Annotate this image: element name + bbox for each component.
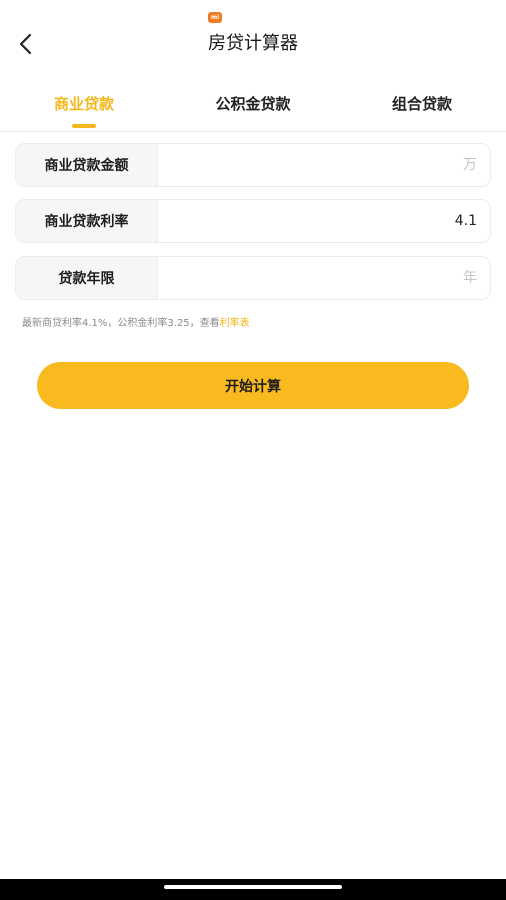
tab-combined-loan[interactable]: 组合贷款 — [372, 82, 472, 126]
page-title: 房贷计算器 — [208, 33, 298, 54]
loan-amount-input[interactable] — [159, 144, 490, 186]
rate-hint: 最新商贷利率4.1%，公积金利率3.25，查看利率表 — [22, 314, 250, 329]
active-tab-indicator — [72, 124, 96, 128]
loan-amount-row: 商业贷款金额 — [15, 143, 491, 187]
loan-amount-label: 商业贷款金额 — [16, 144, 158, 186]
interest-rate-row: 商业贷款利率 — [15, 199, 491, 243]
mortgage-calculator-screen: mi 房贷计算器 商业贷款 公积金贷款 组合贷款 商业贷款金额 商业贷款利率 贷… — [0, 0, 506, 900]
rate-hint-text: 最新商贷利率4.1%，公积金利率3.25，查看 — [22, 318, 220, 329]
system-navigation-bar — [0, 879, 506, 900]
interest-rate-label: 商业贷款利率 — [16, 200, 158, 242]
loan-term-input[interactable] — [159, 257, 490, 299]
tab-housing-fund-loan[interactable]: 公积金贷款 — [196, 82, 310, 126]
home-indicator[interactable] — [164, 885, 342, 889]
rate-table-link[interactable]: 利率表 — [220, 318, 250, 329]
tab-commercial-loan[interactable]: 商业贷款 — [34, 82, 134, 126]
loan-term-row: 贷款年限 — [15, 256, 491, 300]
loan-term-label: 贷款年限 — [16, 257, 158, 299]
tabs-divider — [0, 131, 506, 132]
interest-rate-input[interactable] — [159, 200, 490, 242]
header: 房贷计算器 — [0, 22, 506, 66]
start-calculation-button[interactable]: 开始计算 — [37, 362, 469, 409]
